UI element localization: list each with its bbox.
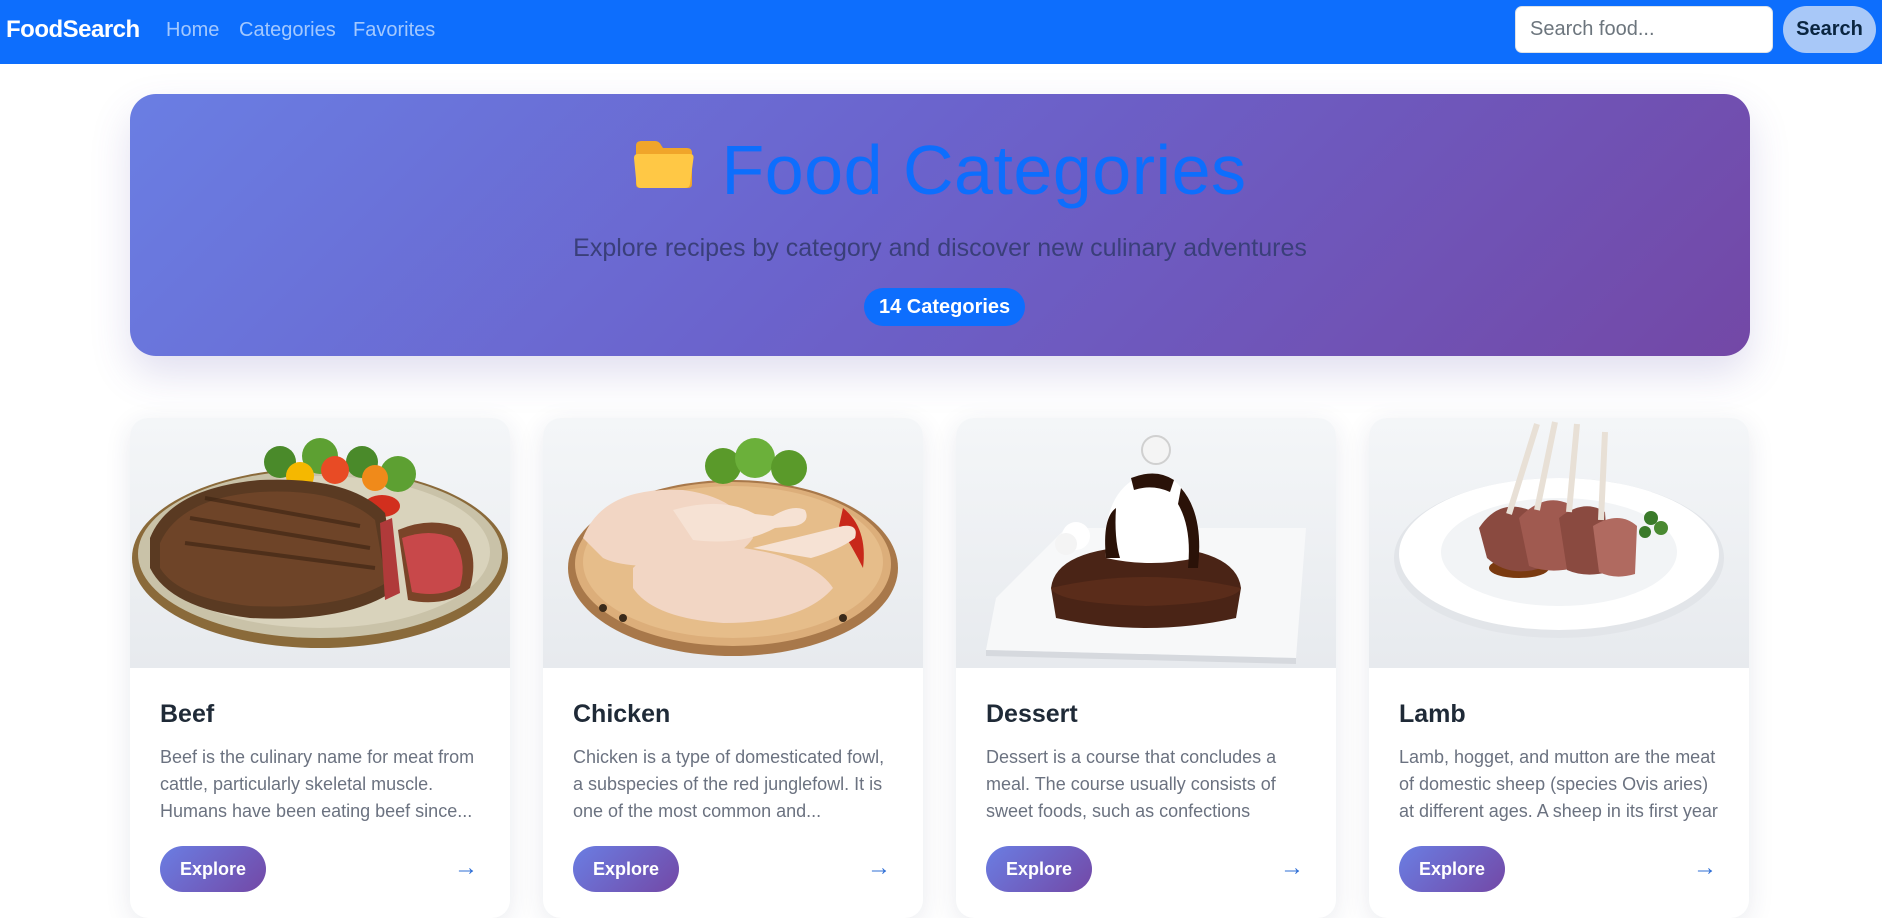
navbar: FoodSearch Home Categories Favorites Sea… — [0, 0, 1882, 64]
card-description: Lamb, hogget, and mutton are the meat of… — [1399, 747, 1718, 821]
card-title: Lamb — [1399, 700, 1466, 728]
beef-steak-image — [130, 418, 510, 668]
card-title: Chicken — [573, 700, 671, 728]
arrow-right-icon[interactable]: → — [867, 854, 891, 882]
explore-button[interactable]: Explore — [160, 846, 267, 892]
arrow-right-icon[interactable]: → — [1693, 854, 1717, 882]
explore-button[interactable]: Explore — [573, 846, 680, 892]
nav-link-home[interactable]: Home — [166, 19, 219, 42]
card-title: Dessert — [986, 700, 1078, 728]
arrow-right-icon[interactable]: → — [454, 854, 478, 882]
card-description: Dessert is a course that concludes a mea… — [986, 747, 1277, 821]
explore-button[interactable]: Explore — [986, 846, 1093, 892]
hero-title: Food Categories — [721, 131, 1247, 209]
category-card-beef[interactable]: Beef Beef is the culinary name for meat … — [130, 418, 510, 918]
search-button[interactable]: Search — [1783, 6, 1876, 53]
nav-link-favorites[interactable]: Favorites — [353, 19, 435, 42]
nav-link-categories[interactable]: Categories — [239, 19, 336, 42]
category-card-lamb[interactable]: Lamb Lamb, hogget, and mutton are the me… — [1369, 418, 1749, 918]
search-input[interactable] — [1515, 6, 1773, 53]
chicken-legs-image — [543, 418, 923, 668]
category-card-dessert[interactable]: Dessert Dessert is a course that conclud… — [956, 418, 1336, 918]
hero-title-row: Food Categories — [130, 130, 1750, 210]
chocolate-dessert-image — [956, 418, 1336, 668]
category-card-chicken[interactable]: Chicken Chicken is a type of domesticate… — [543, 418, 923, 918]
card-title: Beef — [160, 700, 215, 728]
lamb-chops-image — [1369, 418, 1749, 668]
card-description: Beef is the culinary name for meat from … — [160, 747, 475, 821]
hero-subtitle: Explore recipes by category and discover… — [573, 234, 1307, 262]
arrow-right-icon[interactable]: → — [1280, 854, 1304, 882]
folder-icon — [633, 138, 695, 190]
category-count-badge: 14 Categories — [864, 288, 1026, 326]
explore-button[interactable]: Explore — [1399, 846, 1506, 892]
card-description: Chicken is a type of domesticated fowl, … — [573, 747, 885, 821]
brand-logo[interactable]: FoodSearch — [6, 16, 140, 44]
hero-banner: Food Categories Explore recipes by categ… — [130, 94, 1750, 356]
